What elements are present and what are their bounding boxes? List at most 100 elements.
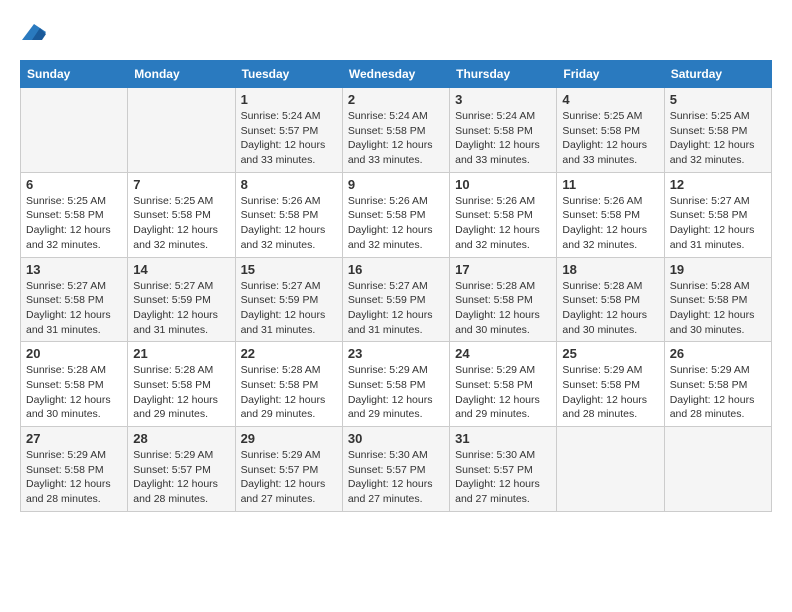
day-info: Sunrise: 5:25 AM Sunset: 5:58 PM Dayligh… <box>670 109 766 168</box>
calendar-cell: 12 Sunrise: 5:27 AM Sunset: 5:58 PM Dayli… <box>664 172 771 257</box>
day-info: Sunrise: 5:27 AM Sunset: 5:59 PM Dayligh… <box>133 279 229 338</box>
day-info: Sunrise: 5:26 AM Sunset: 5:58 PM Dayligh… <box>562 194 658 253</box>
day-info: Sunrise: 5:28 AM Sunset: 5:58 PM Dayligh… <box>670 279 766 338</box>
day-number: 10 <box>455 177 551 192</box>
calendar-cell <box>21 88 128 173</box>
calendar-cell: 31 Sunrise: 5:30 AM Sunset: 5:57 PM Dayli… <box>450 427 557 512</box>
calendar-cell: 14 Sunrise: 5:27 AM Sunset: 5:59 PM Dayli… <box>128 257 235 342</box>
day-info: Sunrise: 5:29 AM Sunset: 5:58 PM Dayligh… <box>562 363 658 422</box>
weekday-header: Wednesday <box>342 61 449 88</box>
weekday-header: Monday <box>128 61 235 88</box>
calendar-cell: 19 Sunrise: 5:28 AM Sunset: 5:58 PM Dayli… <box>664 257 771 342</box>
weekday-header: Sunday <box>21 61 128 88</box>
calendar-cell: 6Sunrise: 5:25 AM Sunset: 5:58 PM Daylig… <box>21 172 128 257</box>
day-info: Sunrise: 5:28 AM Sunset: 5:58 PM Dayligh… <box>562 279 658 338</box>
calendar-cell: 18 Sunrise: 5:28 AM Sunset: 5:58 PM Dayli… <box>557 257 664 342</box>
calendar-cell: 9 Sunrise: 5:26 AM Sunset: 5:58 PM Daylig… <box>342 172 449 257</box>
day-info: Sunrise: 5:29 AM Sunset: 5:58 PM Dayligh… <box>670 363 766 422</box>
calendar-cell: 15 Sunrise: 5:27 AM Sunset: 5:59 PM Dayli… <box>235 257 342 342</box>
day-info: Sunrise: 5:28 AM Sunset: 5:58 PM Dayligh… <box>241 363 337 422</box>
calendar-cell: 23 Sunrise: 5:29 AM Sunset: 5:58 PM Dayli… <box>342 342 449 427</box>
calendar-table: SundayMondayTuesdayWednesdayThursdayFrid… <box>20 60 772 512</box>
calendar-cell: 26 Sunrise: 5:29 AM Sunset: 5:58 PM Dayli… <box>664 342 771 427</box>
day-info: Sunrise: 5:28 AM Sunset: 5:58 PM Dayligh… <box>455 279 551 338</box>
day-info: Sunrise: 5:28 AM Sunset: 5:58 PM Dayligh… <box>26 363 122 422</box>
day-number: 21 <box>133 346 229 361</box>
calendar-cell: 8 Sunrise: 5:26 AM Sunset: 5:58 PM Daylig… <box>235 172 342 257</box>
calendar-cell: 27Sunrise: 5:29 AM Sunset: 5:58 PM Dayli… <box>21 427 128 512</box>
calendar-cell <box>664 427 771 512</box>
weekday-header: Tuesday <box>235 61 342 88</box>
day-number: 20 <box>26 346 122 361</box>
day-number: 13 <box>26 262 122 277</box>
day-info: Sunrise: 5:30 AM Sunset: 5:57 PM Dayligh… <box>455 448 551 507</box>
day-info: Sunrise: 5:30 AM Sunset: 5:57 PM Dayligh… <box>348 448 444 507</box>
logo <box>20 20 46 44</box>
day-number: 31 <box>455 431 551 446</box>
day-number: 16 <box>348 262 444 277</box>
calendar-cell: 25 Sunrise: 5:29 AM Sunset: 5:58 PM Dayli… <box>557 342 664 427</box>
calendar-cell: 20 Sunrise: 5:28 AM Sunset: 5:58 PM Dayli… <box>21 342 128 427</box>
day-info: Sunrise: 5:26 AM Sunset: 5:58 PM Dayligh… <box>348 194 444 253</box>
day-number: 8 <box>241 177 337 192</box>
day-info: Sunrise: 5:25 AM Sunset: 5:58 PM Dayligh… <box>562 109 658 168</box>
day-number: 28 <box>133 431 229 446</box>
day-number: 9 <box>348 177 444 192</box>
day-number: 23 <box>348 346 444 361</box>
calendar-cell: 29 Sunrise: 5:29 AM Sunset: 5:57 PM Dayli… <box>235 427 342 512</box>
day-info: Sunrise: 5:26 AM Sunset: 5:58 PM Dayligh… <box>455 194 551 253</box>
day-info: Sunrise: 5:27 AM Sunset: 5:59 PM Dayligh… <box>348 279 444 338</box>
day-number: 12 <box>670 177 766 192</box>
day-info: Sunrise: 5:25 AM Sunset: 5:58 PM Dayligh… <box>133 194 229 253</box>
calendar-cell: 24 Sunrise: 5:29 AM Sunset: 5:58 PM Dayli… <box>450 342 557 427</box>
day-number: 11 <box>562 177 658 192</box>
calendar-cell: 3 Sunrise: 5:24 AM Sunset: 5:58 PM Daylig… <box>450 88 557 173</box>
calendar-cell: 4Sunrise: 5:25 AM Sunset: 5:58 PM Daylig… <box>557 88 664 173</box>
day-number: 15 <box>241 262 337 277</box>
day-number: 29 <box>241 431 337 446</box>
day-info: Sunrise: 5:27 AM Sunset: 5:59 PM Dayligh… <box>241 279 337 338</box>
day-info: Sunrise: 5:29 AM Sunset: 5:58 PM Dayligh… <box>455 363 551 422</box>
calendar-cell <box>128 88 235 173</box>
day-number: 3 <box>455 92 551 107</box>
calendar-cell: 7 Sunrise: 5:25 AM Sunset: 5:58 PM Daylig… <box>128 172 235 257</box>
calendar-cell: 1Sunrise: 5:24 AM Sunset: 5:57 PM Daylig… <box>235 88 342 173</box>
day-info: Sunrise: 5:24 AM Sunset: 5:57 PM Dayligh… <box>241 109 337 168</box>
weekday-header: Thursday <box>450 61 557 88</box>
day-number: 2 <box>348 92 444 107</box>
day-number: 26 <box>670 346 766 361</box>
day-number: 22 <box>241 346 337 361</box>
calendar-cell: 11 Sunrise: 5:26 AM Sunset: 5:58 PM Dayli… <box>557 172 664 257</box>
calendar-cell: 30 Sunrise: 5:30 AM Sunset: 5:57 PM Dayli… <box>342 427 449 512</box>
day-info: Sunrise: 5:29 AM Sunset: 5:58 PM Dayligh… <box>348 363 444 422</box>
weekday-header: Saturday <box>664 61 771 88</box>
day-number: 30 <box>348 431 444 446</box>
day-number: 17 <box>455 262 551 277</box>
calendar-cell <box>557 427 664 512</box>
day-number: 25 <box>562 346 658 361</box>
calendar-cell: 5 Sunrise: 5:25 AM Sunset: 5:58 PM Daylig… <box>664 88 771 173</box>
calendar-cell: 13 Sunrise: 5:27 AM Sunset: 5:58 PM Dayli… <box>21 257 128 342</box>
day-number: 14 <box>133 262 229 277</box>
calendar-cell: 21Sunrise: 5:28 AM Sunset: 5:58 PM Dayli… <box>128 342 235 427</box>
day-info: Sunrise: 5:24 AM Sunset: 5:58 PM Dayligh… <box>455 109 551 168</box>
day-number: 24 <box>455 346 551 361</box>
day-number: 18 <box>562 262 658 277</box>
logo-text <box>20 20 46 44</box>
day-info: Sunrise: 5:29 AM Sunset: 5:57 PM Dayligh… <box>241 448 337 507</box>
calendar-cell: 28Sunrise: 5:29 AM Sunset: 5:57 PM Dayli… <box>128 427 235 512</box>
day-number: 7 <box>133 177 229 192</box>
day-number: 19 <box>670 262 766 277</box>
day-info: Sunrise: 5:27 AM Sunset: 5:58 PM Dayligh… <box>670 194 766 253</box>
day-info: Sunrise: 5:29 AM Sunset: 5:58 PM Dayligh… <box>26 448 122 507</box>
calendar-cell: 22 Sunrise: 5:28 AM Sunset: 5:58 PM Dayli… <box>235 342 342 427</box>
day-info: Sunrise: 5:27 AM Sunset: 5:58 PM Dayligh… <box>26 279 122 338</box>
calendar-cell: 10 Sunrise: 5:26 AM Sunset: 5:58 PM Dayli… <box>450 172 557 257</box>
day-info: Sunrise: 5:26 AM Sunset: 5:58 PM Dayligh… <box>241 194 337 253</box>
calendar-cell: 2Sunrise: 5:24 AM Sunset: 5:58 PM Daylig… <box>342 88 449 173</box>
page-header <box>20 20 772 44</box>
calendar-cell: 16 Sunrise: 5:27 AM Sunset: 5:59 PM Dayli… <box>342 257 449 342</box>
day-number: 5 <box>670 92 766 107</box>
calendar-cell: 17 Sunrise: 5:28 AM Sunset: 5:58 PM Dayli… <box>450 257 557 342</box>
day-number: 6 <box>26 177 122 192</box>
